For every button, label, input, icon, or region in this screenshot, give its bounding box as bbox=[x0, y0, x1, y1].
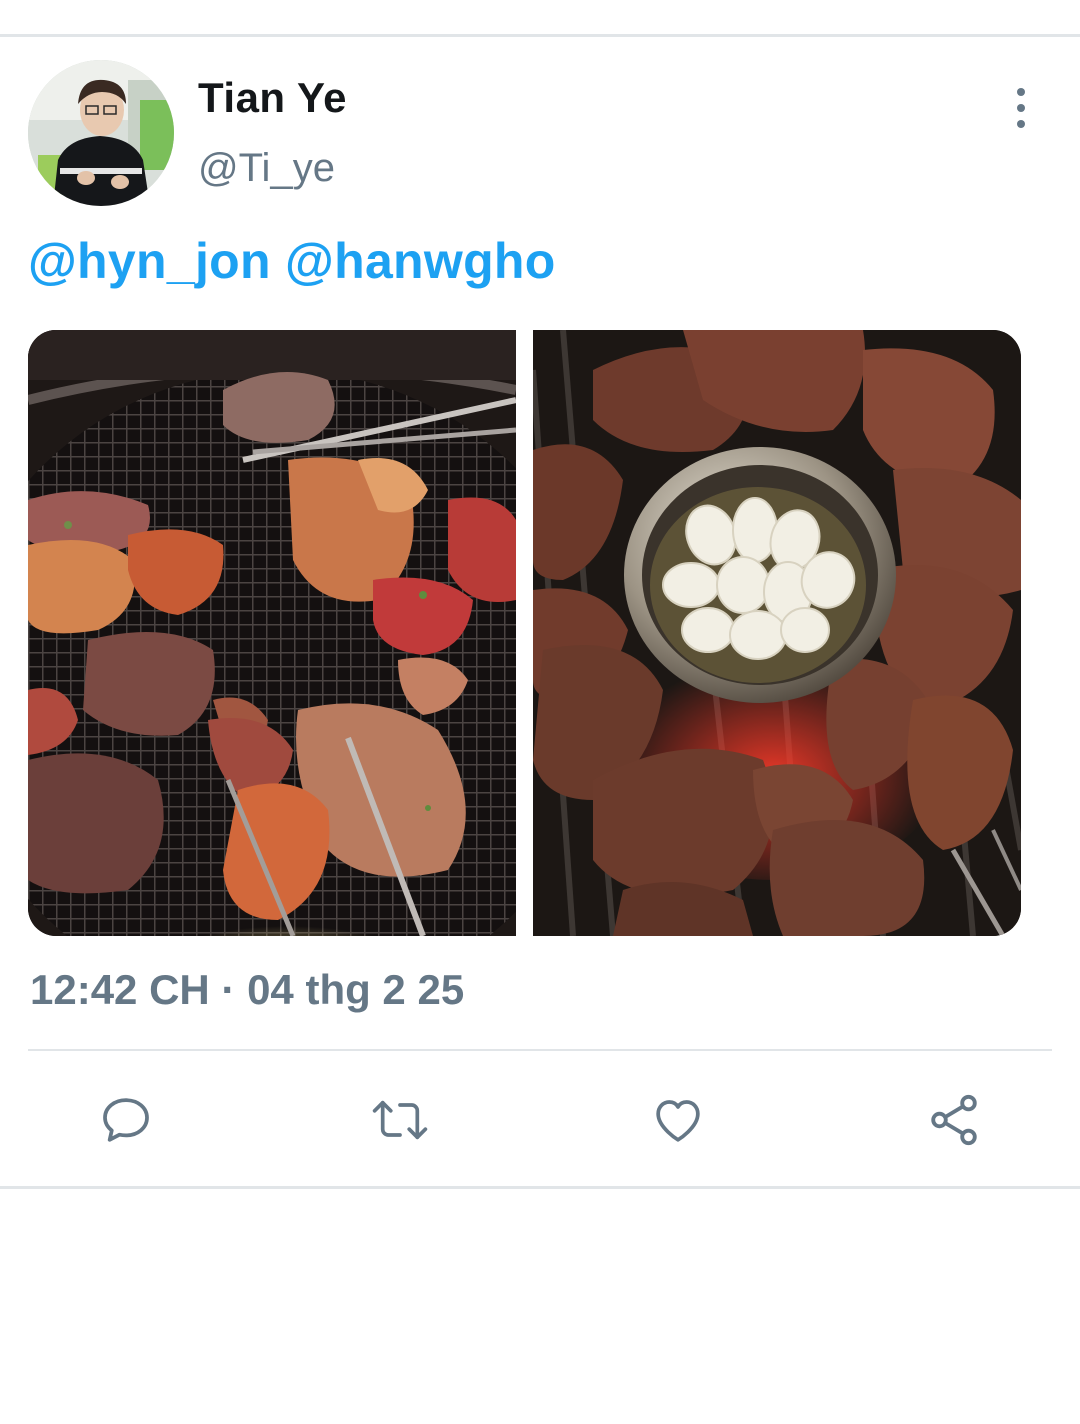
tweet-text: @hyn_jon @hanwgho bbox=[28, 232, 556, 290]
retweet-icon bbox=[372, 1100, 428, 1140]
top-divider bbox=[0, 34, 1080, 37]
more-dot bbox=[1017, 88, 1025, 96]
avatar[interactable] bbox=[28, 60, 174, 206]
share-icon bbox=[931, 1094, 977, 1146]
reply-icon bbox=[103, 1098, 149, 1142]
mention-link[interactable]: @hyn_jon bbox=[28, 233, 271, 289]
like-icon bbox=[656, 1100, 700, 1142]
avatar-image bbox=[28, 60, 174, 206]
media-image-garlic-bowl[interactable] bbox=[533, 330, 1021, 936]
author-display-name[interactable]: Tian Ye bbox=[198, 74, 347, 122]
mention-link[interactable]: @hanwgho bbox=[285, 233, 556, 289]
like-button[interactable] bbox=[648, 1090, 708, 1150]
actions-divider bbox=[28, 1049, 1052, 1051]
grill-photo bbox=[28, 330, 516, 936]
bottom-divider bbox=[0, 1186, 1080, 1189]
media-image-grill[interactable] bbox=[28, 330, 516, 936]
retweet-button[interactable] bbox=[370, 1090, 430, 1150]
share-button[interactable] bbox=[924, 1090, 984, 1150]
more-dot bbox=[1017, 104, 1025, 112]
tweet-detail-page: Tian Ye @Ti_ye @hyn_jon @hanwgho 12:42 C… bbox=[0, 0, 1080, 1424]
garlic-bowl-photo bbox=[533, 330, 1021, 936]
reply-button[interactable] bbox=[96, 1090, 156, 1150]
more-dot bbox=[1017, 120, 1025, 128]
tweet-timestamp[interactable]: 12:42 CH · 04 thg 2 25 bbox=[30, 966, 464, 1014]
more-options-icon[interactable] bbox=[1004, 88, 1038, 128]
author-handle[interactable]: @Ti_ye bbox=[198, 146, 335, 191]
